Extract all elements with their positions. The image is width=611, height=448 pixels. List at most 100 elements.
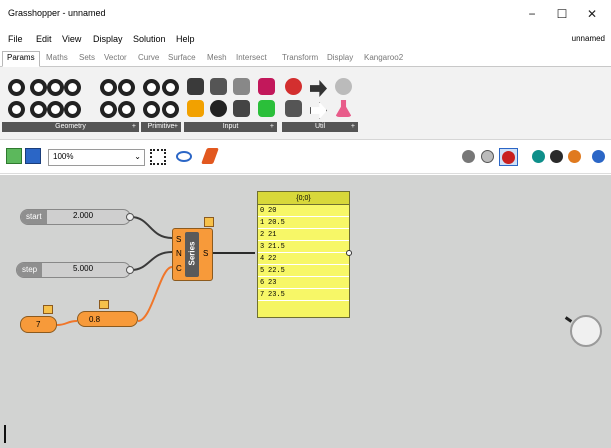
ribbon-group-util[interactable]: Util + [282, 122, 358, 132]
count-value: 7 [36, 320, 41, 329]
panel-component[interactable]: {0;0} 0 20 1 20.5 2 21 3 21.5 4 22 5 22.5 6 23 … [257, 191, 350, 318]
custom-preview-icon[interactable] [568, 150, 581, 163]
minimize-button[interactable]: − [518, 4, 546, 24]
panel-row-index: 1 [260, 219, 265, 227]
tab-display[interactable]: Display [327, 53, 353, 62]
menu-edit[interactable]: Edit [36, 34, 52, 44]
mesh-preview-icon[interactable] [532, 150, 545, 163]
number-slider-icon[interactable] [187, 78, 204, 95]
slider-grip[interactable] [126, 266, 134, 274]
panel-row-index: 2 [260, 231, 265, 239]
tab-sets[interactable]: Sets [79, 53, 95, 62]
expand-icon: + [350, 123, 355, 130]
factor-number-node[interactable]: 0.8 [77, 311, 138, 327]
panel-row-value: 23.5 [268, 291, 285, 299]
integer-param-icon[interactable] [162, 79, 179, 96]
panel-row-value: 20 [268, 207, 277, 215]
zoom-value: 100% [53, 152, 74, 161]
ribbon-group-label: Primitive [147, 123, 175, 130]
series-component[interactable]: S N C Series S [172, 228, 213, 281]
close-button[interactable]: ✕ [578, 4, 606, 24]
open-file-icon[interactable] [6, 148, 22, 164]
box-param-icon[interactable] [64, 101, 81, 118]
tab-vector[interactable]: Vector [104, 53, 127, 62]
cherry-picker-icon[interactable] [285, 78, 302, 95]
cluster-icon[interactable] [335, 78, 352, 95]
count-number-node[interactable]: 7 [20, 316, 57, 333]
menu-help[interactable]: Help [176, 34, 195, 44]
line-param-icon[interactable] [8, 101, 25, 118]
field-param-icon[interactable] [118, 101, 135, 118]
circle-param-icon[interactable] [30, 79, 47, 96]
zoom-level-select[interactable]: 100% ⌄ [48, 149, 145, 166]
panel-row: 2 21 [258, 229, 349, 241]
value-list-icon[interactable] [233, 100, 250, 117]
menu-file[interactable]: File [8, 34, 23, 44]
preview-eye-icon[interactable] [176, 151, 192, 162]
graph-mapper-icon[interactable] [233, 78, 250, 95]
plane-param-icon[interactable] [30, 101, 47, 118]
chevron-down-icon: ⌄ [134, 152, 141, 161]
count-node-badge [43, 305, 53, 314]
panel-output-grip[interactable] [346, 250, 352, 256]
document-preview-icon[interactable] [550, 150, 563, 163]
series-output-series[interactable]: S [203, 249, 208, 258]
series-input-count[interactable]: C [176, 264, 182, 273]
panel-header: {0;0} [258, 192, 349, 205]
brep-param-icon[interactable] [118, 79, 135, 96]
text-param-icon[interactable] [162, 101, 179, 118]
wire-start-to-s [130, 216, 173, 239]
mesh-param-icon[interactable] [100, 101, 117, 118]
tab-kangaroo2[interactable]: Kangaroo2 [364, 53, 403, 62]
panel-row-index: 3 [260, 243, 265, 251]
panel-row-index: 0 [260, 207, 265, 215]
menu-display[interactable]: Display [93, 34, 123, 44]
maximize-button[interactable]: ☐ [548, 4, 576, 24]
fitness-landscape-icon[interactable] [285, 100, 302, 117]
series-input-start[interactable]: S [176, 235, 181, 244]
menu-solution[interactable]: Solution [133, 34, 166, 44]
button-object-icon[interactable] [210, 100, 227, 117]
tab-maths[interactable]: Maths [46, 53, 68, 62]
tab-intersect[interactable]: Intersect [236, 53, 267, 62]
default-preview-icon[interactable] [592, 150, 605, 163]
colour-swatch-icon[interactable] [258, 100, 275, 117]
panel-row-index: 4 [260, 255, 265, 263]
save-file-icon[interactable] [25, 148, 41, 164]
slider-grip[interactable] [126, 213, 134, 221]
zoom-extents-icon[interactable] [150, 149, 166, 165]
boolean-param-icon[interactable] [143, 101, 160, 118]
panel-icon[interactable] [210, 78, 227, 95]
selected-preview-button[interactable] [499, 148, 518, 166]
tab-surface[interactable]: Surface [168, 53, 196, 62]
expand-icon: + [173, 123, 178, 130]
surface-param-icon[interactable] [100, 79, 117, 96]
ribbon-group-geometry[interactable]: Geometry + [2, 122, 139, 132]
panel-row-index: 7 [260, 291, 265, 299]
wireframe-preview-icon[interactable] [462, 150, 475, 163]
gradient-icon[interactable] [258, 78, 275, 95]
shaded-preview-icon[interactable] [481, 150, 494, 163]
ribbon-group-primitive[interactable]: Primitive + [141, 122, 181, 132]
tab-transform[interactable]: Transform [282, 53, 318, 62]
menu-view[interactable]: View [62, 34, 81, 44]
vector-param-icon[interactable] [47, 101, 64, 118]
tab-params[interactable]: Params [2, 51, 40, 67]
boolean-toggle-icon[interactable] [187, 100, 204, 117]
ribbon-group-input[interactable]: Input + [184, 122, 277, 132]
step-slider[interactable]: step 5.000 [16, 262, 134, 278]
canvas-edge-marker [4, 425, 6, 443]
expand-icon: + [131, 123, 136, 130]
panel-row-index: 5 [260, 267, 265, 275]
tab-mesh[interactable]: Mesh [207, 53, 227, 62]
start-slider[interactable]: start 2.000 [20, 209, 134, 225]
number-param-icon[interactable] [143, 79, 160, 96]
navigation-compass-icon[interactable] [564, 315, 602, 347]
series-input-step[interactable]: N [176, 249, 182, 258]
tab-curve[interactable]: Curve [138, 53, 159, 62]
arc-param-icon[interactable] [47, 79, 64, 96]
point-param-icon[interactable] [8, 79, 25, 96]
panel-row-value: 22 [268, 255, 277, 263]
curve-param-icon[interactable] [64, 79, 81, 96]
title-bar: Grasshopper - unnamed − ☐ ✕ [0, 0, 611, 30]
